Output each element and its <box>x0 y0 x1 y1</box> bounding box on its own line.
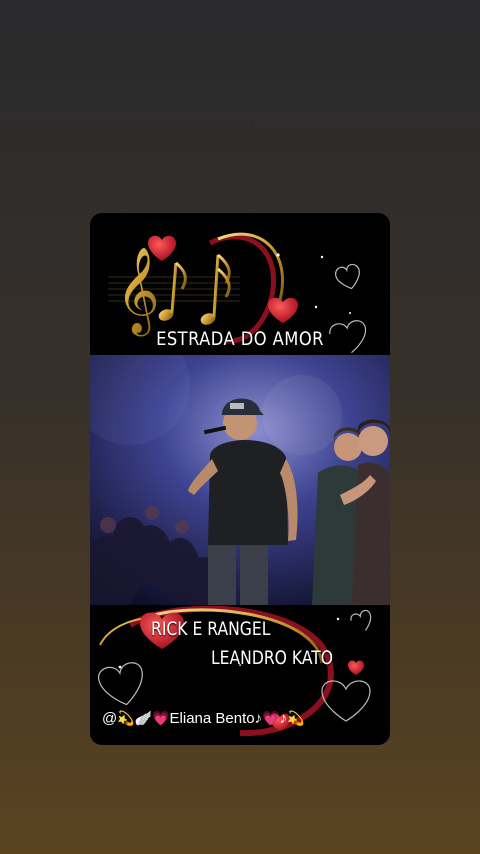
music-note-icon <box>158 253 231 325</box>
credit-mention[interactable]: @💫🪽💗Eliana Bento♪💗♪💫 <box>102 710 305 727</box>
artist-line-1: RICK E RANGEL <box>151 618 271 640</box>
pink-heart-icon: 💗 <box>152 710 170 726</box>
treble-clef-icon: 𝄞 <box>116 247 160 337</box>
credit-name: Eliana Bento <box>169 710 255 727</box>
pink-heart-icon: 💗 <box>262 710 280 726</box>
song-title: ESTRADA DO AMOR <box>156 328 324 350</box>
artist-line-2: LEANDRO KATO <box>211 647 334 669</box>
music-note-icon: ♪ <box>279 710 288 727</box>
dizzy-star-icon: 💫 <box>287 710 305 726</box>
dizzy-star-icon: 💫 <box>117 710 135 726</box>
music-note-icon: ♪ <box>254 710 263 727</box>
concert-video[interactable] <box>90 355 390 605</box>
at-sign: @ <box>102 710 118 727</box>
story-card: 𝄞 ESTRADA DO AMOR RICK E RANGEL LEANDRO … <box>90 213 390 745</box>
svg-text:𝄞: 𝄞 <box>116 247 160 337</box>
wing-icon: 🪽 <box>134 710 153 726</box>
